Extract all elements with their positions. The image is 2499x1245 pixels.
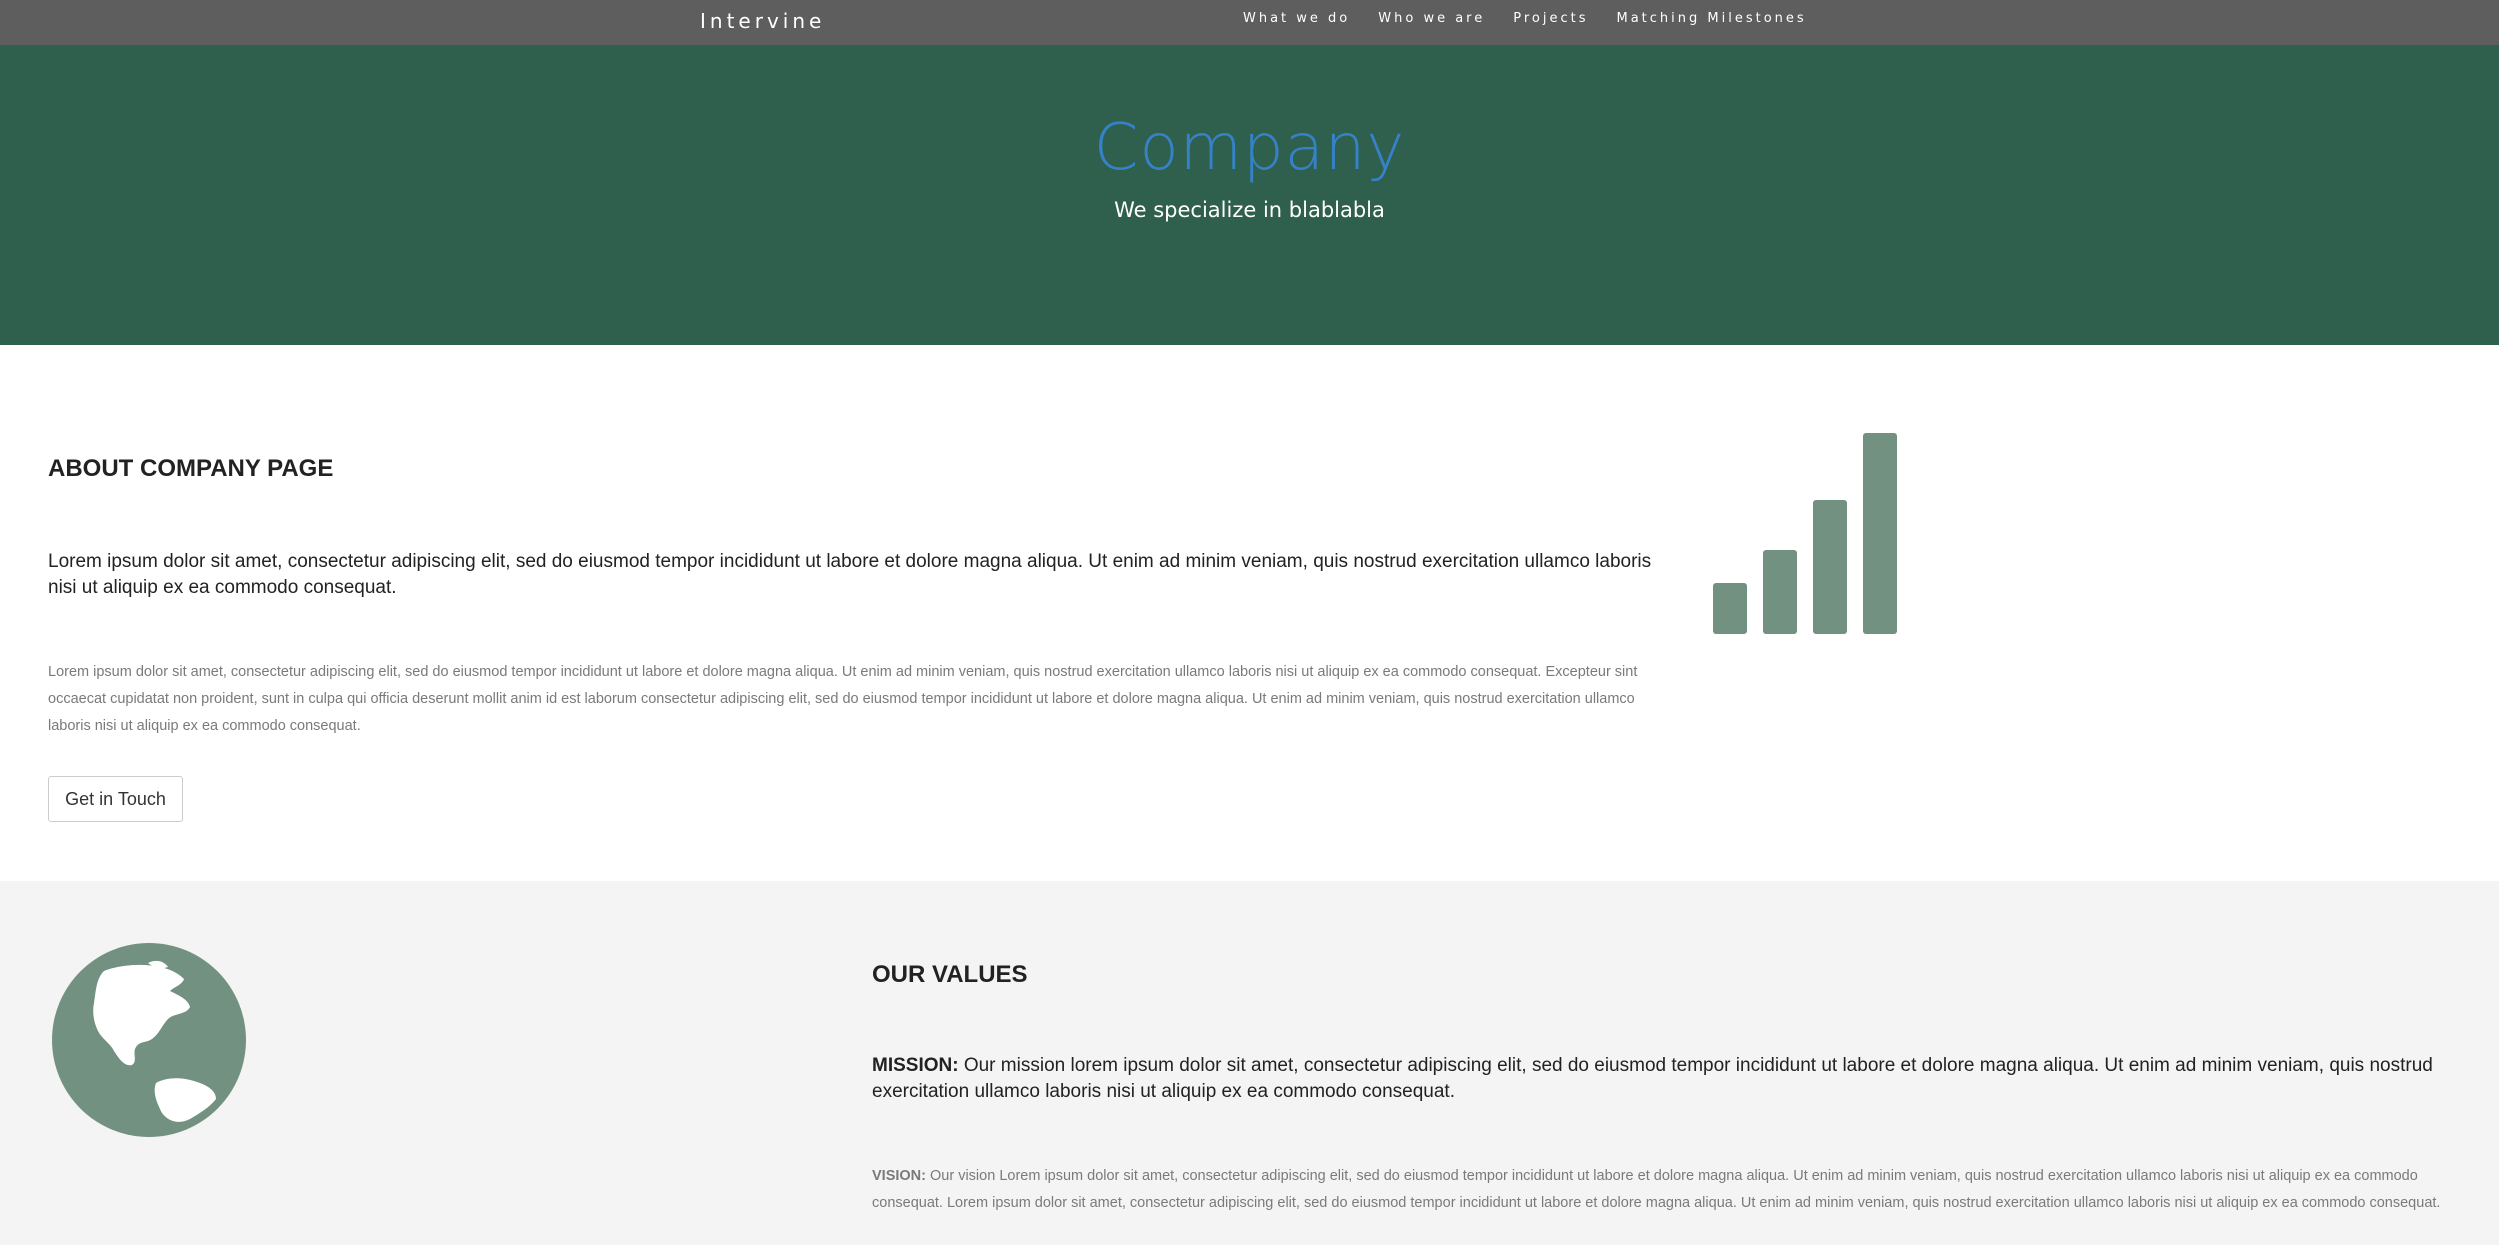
brand-logo[interactable]: Intervine [700, 9, 825, 33]
signal-bar-3 [1813, 500, 1847, 634]
nav-link-projects[interactable]: Projects [1513, 12, 1588, 32]
get-in-touch-button[interactable]: Get in Touch [48, 776, 183, 822]
vision-text: Our vision Lorem ipsum dolor sit amet, c… [872, 1168, 2441, 1211]
values-section: OUR VALUES MISSION: Our mission lorem ip… [0, 881, 2499, 1245]
signal-bar-1 [1713, 583, 1747, 634]
about-heading: ABOUT COMPANY PAGE [48, 455, 334, 482]
about-section: ABOUT COMPANY PAGE Lorem ipsum dolor sit… [0, 345, 2499, 881]
mission-text: Our mission lorem ipsum dolor sit amet, … [872, 1055, 2433, 1102]
vision-label: VISION: [872, 1168, 926, 1184]
signal-bar-4 [1863, 433, 1897, 634]
nav-link-who-we-are[interactable]: Who we are [1378, 12, 1485, 32]
vision-statement: VISION: Our vision Lorem ipsum dolor sit… [872, 1163, 2472, 1217]
hero-subtitle: We specialize in blablabla [1114, 198, 1385, 222]
signal-bars-icon [1711, 432, 1901, 634]
nav-links: What we do Who we are Projects Matching … [1243, 12, 1835, 32]
nav-link-what-we-do[interactable]: What we do [1243, 12, 1350, 32]
signal-bar-2 [1763, 550, 1797, 634]
mission-statement: MISSION: Our mission lorem ipsum dolor s… [872, 1053, 2452, 1105]
globe-icon [52, 943, 246, 1137]
about-body-text: Lorem ipsum dolor sit amet, consectetur … [48, 664, 1638, 734]
hero-title: Company [1093, 111, 1406, 185]
values-heading: OUR VALUES [872, 961, 1028, 988]
about-lead-text: Lorem ipsum dolor sit amet, consectetur … [48, 551, 1652, 598]
hero-banner: Company We specialize in blablabla [0, 45, 2499, 345]
top-navbar: Intervine What we do Who we are Projects… [0, 0, 2499, 45]
nav-link-matching-milestones[interactable]: Matching Milestones [1617, 12, 1807, 32]
mission-label: MISSION: [872, 1055, 959, 1076]
